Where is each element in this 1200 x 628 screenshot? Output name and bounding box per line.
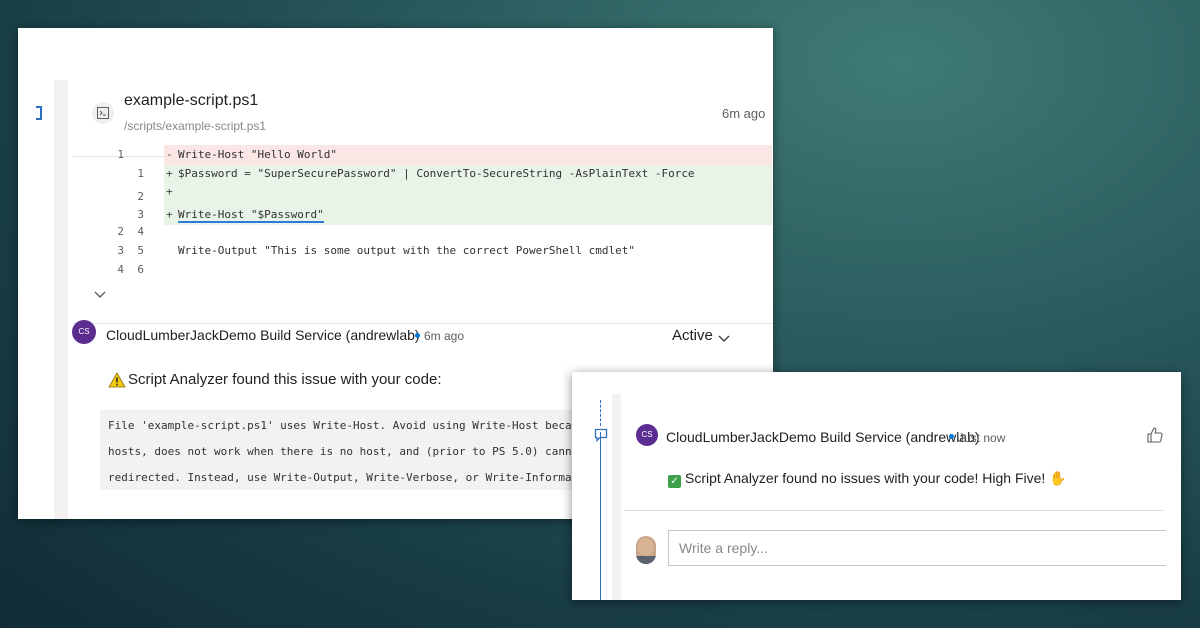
old-line-number: 1 bbox=[117, 148, 124, 161]
chevron-down-icon[interactable] bbox=[94, 286, 106, 304]
thread-gutter bbox=[612, 394, 621, 600]
thread-connector bbox=[600, 400, 601, 426]
divider bbox=[73, 323, 773, 324]
diff-marker: + bbox=[166, 208, 173, 221]
comment-timestamp: 6m ago bbox=[424, 329, 465, 343]
comment-body: Script Analyzer found no issues with you… bbox=[685, 470, 1046, 486]
comment-thread-card: CS CloudLumberJackDemo Build Service (an… bbox=[572, 372, 1181, 600]
avatar: CS bbox=[636, 424, 658, 446]
code-block-line: File 'example-script.ps1' uses Write-Hos… bbox=[108, 419, 605, 432]
comment-icon[interactable] bbox=[594, 428, 608, 447]
warning-icon bbox=[108, 372, 126, 393]
new-line-number: 1 bbox=[137, 167, 144, 180]
code-line: Write-Output "This is some output with t… bbox=[178, 244, 635, 257]
like-icon[interactable] bbox=[1146, 426, 1164, 449]
old-line-number: 3 bbox=[117, 244, 124, 257]
divider bbox=[624, 510, 1164, 511]
code-line: $Password = "SuperSecurePassword" | Conv… bbox=[178, 167, 695, 180]
code-line: Write-Host "Hello World" bbox=[178, 148, 337, 161]
status-dropdown[interactable]: Active bbox=[672, 327, 713, 344]
unread-dot bbox=[415, 333, 420, 338]
diff-marker: - bbox=[166, 148, 173, 161]
chevron-down-icon[interactable] bbox=[718, 330, 730, 348]
code-line-highlighted[interactable]: Write-Host "$Password" bbox=[178, 208, 324, 223]
high-five-icon: ✋ bbox=[1049, 471, 1067, 487]
avatar: CS bbox=[72, 320, 96, 344]
code-block-line: redirected. Instead, use Write-Output, W… bbox=[108, 471, 605, 484]
new-line-number: 3 bbox=[137, 208, 144, 221]
comment-author[interactable]: CloudLumberJackDemo Build Service (andre… bbox=[666, 429, 980, 445]
diff-marker: + bbox=[166, 167, 173, 180]
file-timestamp: 6m ago bbox=[722, 106, 766, 121]
diff-row-added bbox=[164, 185, 772, 205]
thread-bracket bbox=[36, 106, 42, 120]
new-line-number: 6 bbox=[137, 263, 144, 276]
code-block-line: hosts, does not work when there is no ho… bbox=[108, 445, 605, 458]
new-line-number: 2 bbox=[137, 190, 144, 203]
comment-author[interactable]: CloudLumberJackDemo Build Service (andre… bbox=[106, 327, 420, 343]
avatar bbox=[636, 536, 656, 564]
comment-text: ✓ Script Analyzer found no issues with yo… bbox=[668, 470, 1067, 488]
old-line-number: 2 bbox=[117, 225, 124, 238]
thread-gutter bbox=[54, 80, 68, 519]
diff-marker: + bbox=[166, 185, 173, 198]
unread-dot bbox=[949, 434, 954, 439]
reply-input[interactable] bbox=[668, 530, 1166, 566]
file-path: /scripts/example-script.ps1 bbox=[124, 119, 267, 133]
old-line-number: 4 bbox=[117, 263, 124, 276]
comment-timestamp: Just now bbox=[958, 431, 1006, 445]
new-line-number: 4 bbox=[137, 225, 144, 238]
thread-line bbox=[600, 432, 601, 600]
file-icon bbox=[92, 102, 114, 124]
comment-text: Script Analyzer found this issue with yo… bbox=[128, 371, 442, 388]
check-icon: ✓ bbox=[668, 475, 681, 488]
new-line-number: 5 bbox=[137, 244, 144, 257]
file-name[interactable]: example-script.ps1 bbox=[124, 92, 258, 110]
